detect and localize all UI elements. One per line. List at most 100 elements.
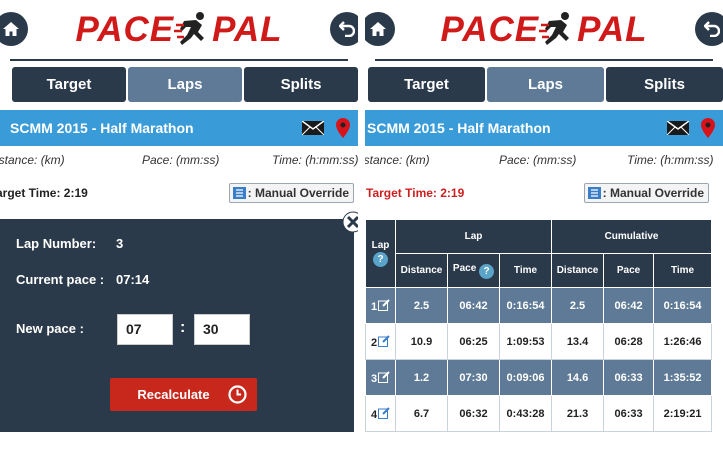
mail-icon[interactable]: [667, 121, 689, 135]
time-unit: Time: (h:mm:ss): [627, 153, 714, 167]
pace-header: Pace ?: [447, 253, 500, 288]
cumulative-group-header: Cumulative: [551, 219, 713, 254]
list-icon: [587, 187, 601, 199]
target-row: Target Time: 2:19 : Manual Override: [365, 183, 723, 203]
pace-cell: 06:25: [447, 323, 500, 360]
pace-header-label: Pace: [452, 262, 477, 274]
override-label: : Manual Override: [602, 186, 704, 200]
runner-icon: [174, 12, 205, 45]
runner-icon: [539, 12, 570, 45]
help-icon[interactable]: ?: [479, 263, 495, 279]
time-cell: 0:43:28: [498, 395, 553, 432]
pacepal-logo: PACE PAL: [365, 10, 723, 50]
change-pace-popup: Lap Number: 3 Current pace : 07:14 New p…: [0, 211, 358, 432]
manual-override-button[interactable]: : Manual Override: [583, 183, 709, 203]
left-screen: PACE PAL Target Laps Splits SCMM 2015 - H…: [0, 0, 358, 451]
pace-cell: 07:30: [447, 359, 500, 396]
race-title: SCMM 2015 - Half Marathon: [10, 120, 194, 136]
lap-number: 2: [370, 336, 378, 349]
map-pin-icon[interactable]: [701, 118, 715, 138]
cum-distance-cell: 21.3: [551, 395, 605, 432]
distance-cell: 6.7: [395, 395, 448, 432]
map-pin-icon[interactable]: [336, 118, 350, 138]
help-icon[interactable]: ?: [373, 252, 388, 267]
time-header: Time: [498, 253, 553, 288]
cum-time-cell: 1:35:52: [653, 359, 713, 396]
race-title: SCMM 2015 - Half Marathon: [367, 120, 551, 136]
pace-separator: :: [180, 319, 186, 336]
time-cell: 0:16:54: [498, 287, 553, 324]
override-label: : Manual Override: [247, 186, 349, 200]
current-pace-label: Current pace :: [16, 272, 105, 287]
tab-laps[interactable]: Laps: [487, 67, 604, 102]
lap-header: Lap ?: [365, 219, 396, 288]
tab-splits[interactable]: Splits: [606, 67, 723, 102]
distance-cell: 1.2: [395, 359, 448, 396]
logo-right: PAL: [577, 10, 648, 49]
lap-number: 4: [370, 408, 378, 421]
cum-distance-cell: 13.4: [551, 323, 605, 360]
header-divider: [375, 59, 713, 61]
lap-group-header: Lap: [394, 219, 553, 254]
new-pace-minutes-input[interactable]: 07: [117, 314, 173, 345]
race-bar: SCMM 2015 - Half Marathon: [0, 110, 358, 146]
cum-time-cell: 0:16:54: [653, 287, 713, 324]
logo-left: PACE: [440, 10, 540, 49]
target-time: arget Time: 2:19: [0, 186, 88, 200]
lap-number-value: 3: [116, 236, 124, 251]
tab-target[interactable]: Target: [12, 67, 126, 102]
time-cell: 1:09:53: [498, 323, 553, 360]
lap-number-label: Lap Number:: [16, 236, 97, 251]
back-button[interactable]: [695, 12, 723, 46]
distance-cell: 10.9: [395, 323, 448, 360]
lap-cell[interactable]: 3: [365, 359, 396, 396]
pace-unit: Pace: (mm:ss): [142, 153, 220, 167]
distance-unit: istance: (km): [0, 153, 65, 167]
pace-cell: 06:42: [447, 287, 500, 324]
right-screen: PACE PAL Target Laps Splits SCMM 2015 - H…: [365, 0, 723, 451]
table-row: 2 10.9 06:25 1:09:53 13.4 06:28 1:26:46: [365, 323, 713, 360]
new-pace-seconds-input[interactable]: 30: [194, 314, 250, 345]
edit-icon[interactable]: [378, 298, 390, 311]
header-divider: [10, 59, 348, 61]
tab-bar: Target Laps Splits: [12, 67, 358, 102]
manual-override-button[interactable]: : Manual Override: [228, 183, 354, 203]
lap-cell[interactable]: 1: [365, 287, 396, 324]
pace-unit: Pace: (mm:ss): [499, 153, 577, 167]
laps-table: Lap ? Lap Cumulative Distance Pace ? Tim…: [365, 219, 713, 432]
recalculate-label: Recalculate: [137, 387, 210, 402]
lap-cell[interactable]: 2: [365, 323, 396, 360]
current-pace-value: 07:14: [116, 272, 150, 287]
pace-cell: 06:32: [447, 395, 500, 432]
edit-icon[interactable]: [378, 370, 390, 383]
lap-cell[interactable]: 4: [365, 395, 396, 432]
cum-pace-cell: 06:33: [603, 395, 655, 432]
time-cell: 0:09:06: [498, 359, 553, 396]
list-icon: [232, 187, 246, 199]
logo-right: PAL: [212, 10, 283, 49]
cum-distance-header: Distance: [551, 253, 605, 288]
clock-icon: [228, 385, 247, 404]
app-header: PACE PAL: [365, 0, 723, 62]
pacepal-logo: PACE PAL: [0, 10, 358, 50]
mail-icon[interactable]: [302, 121, 324, 135]
target-row: arget Time: 2:19 : Manual Override: [0, 183, 358, 203]
cum-pace-cell: 06:28: [603, 323, 655, 360]
recalculate-button[interactable]: Recalculate: [110, 378, 257, 411]
units-row: istance: (km) Pace: (mm:ss) Time: (h:mm:…: [365, 153, 723, 169]
tab-splits[interactable]: Splits: [244, 67, 358, 102]
tab-laps[interactable]: Laps: [128, 67, 242, 102]
close-icon[interactable]: [342, 211, 358, 233]
distance-header: Distance: [395, 253, 448, 288]
new-pace-label: New pace :: [16, 321, 84, 336]
cum-pace-cell: 06:33: [603, 359, 655, 396]
edit-icon[interactable]: [378, 406, 390, 419]
tab-bar: Target Laps Splits: [368, 67, 723, 102]
back-button[interactable]: [330, 12, 358, 46]
distance-cell: 2.5: [395, 287, 448, 324]
cum-time-cell: 2:19:21: [653, 395, 713, 432]
app-header: PACE PAL: [0, 0, 358, 62]
cum-time-header: Time: [653, 253, 713, 288]
edit-icon[interactable]: [378, 334, 390, 347]
tab-target[interactable]: Target: [368, 67, 485, 102]
